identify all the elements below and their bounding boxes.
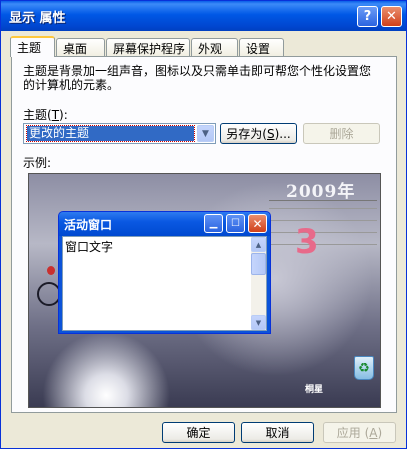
calendar-big-digit: 3 [295, 222, 319, 262]
apply-button[interactable]: 应用 (A) [323, 422, 396, 443]
tab-desktop[interactable]: 桌面 [56, 38, 105, 56]
balloon-decoration [47, 266, 55, 275]
wallpaper-logo: 桐星 [305, 385, 324, 395]
close-icon: ✕ [386, 9, 397, 24]
help-button[interactable]: ? [357, 6, 378, 27]
tab-appearance[interactable]: 外观 [191, 38, 238, 56]
scroll-up-icon: ▲ [251, 237, 266, 252]
close-icon: ✕ [248, 214, 267, 233]
scroll-down-icon: ▼ [251, 315, 266, 330]
theme-select[interactable]: 更改的主题 ▼ [23, 123, 216, 144]
chevron-down-icon[interactable]: ▼ [197, 125, 214, 142]
ok-button[interactable]: 确定 [162, 422, 235, 443]
tab-theme[interactable]: 主题 [10, 36, 55, 57]
tab-screensaver[interactable]: 屏幕保护程序 [106, 38, 190, 56]
scroll-thumb [251, 253, 266, 275]
theme-label-hotkey: T [51, 108, 60, 122]
preview-window-text: 窗口文字 [65, 240, 114, 254]
help-icon: ? [363, 9, 372, 24]
apply-label: 应用 [336, 426, 361, 440]
theme-label: 主题(T): [23, 108, 68, 122]
minimize-icon: ▁ [204, 214, 223, 233]
preview-window-titlebar: 活动窗口 ▁ ☐ ✕ [59, 212, 270, 236]
save-as-label: 另存为 [226, 127, 263, 141]
close-button[interactable]: ✕ [381, 6, 402, 27]
wallpaper-calendar: 3 [269, 200, 377, 262]
preview-active-window: 活动窗口 ▁ ☐ ✕ 窗口文字 ▲ ▼ [58, 211, 271, 334]
sample-label: 示例: [23, 156, 52, 170]
display-properties-dialog: 显示 属性 ? ✕ 主题 桌面 屏幕保护程序 外观 设置 主题是背景加一组声音，… [0, 0, 407, 449]
delete-button[interactable]: 删除 [303, 123, 380, 144]
wallpaper-year-text: 2009年 [286, 182, 356, 202]
theme-select-value: 更改的主题 [26, 125, 195, 142]
window-title: 显示 属性 [9, 11, 66, 26]
recycle-bin-icon: ♻ [354, 356, 374, 380]
preview-window-title: 活动窗口 [64, 218, 113, 232]
cancel-button[interactable]: 取消 [241, 422, 314, 443]
save-as-hotkey: S [266, 126, 275, 141]
theme-label-text: 主题 [23, 108, 48, 122]
maximize-icon: ☐ [226, 214, 245, 233]
preview-window-body: 窗口文字 ▲ ▼ [62, 236, 267, 331]
preview-scrollbar: ▲ ▼ [251, 237, 266, 330]
title-bar[interactable]: 显示 属性 ? ✕ [1, 1, 406, 31]
save-as-button[interactable]: 另存为(S)... [220, 123, 297, 144]
delete-label: 删除 [329, 127, 354, 141]
theme-description: 主题是背景加一组声音，图标以及只需单击即可帮您个性化设置您的计算机的元素。 [23, 64, 372, 92]
apply-hotkey: A [369, 425, 378, 440]
tab-settings[interactable]: 设置 [239, 38, 284, 56]
